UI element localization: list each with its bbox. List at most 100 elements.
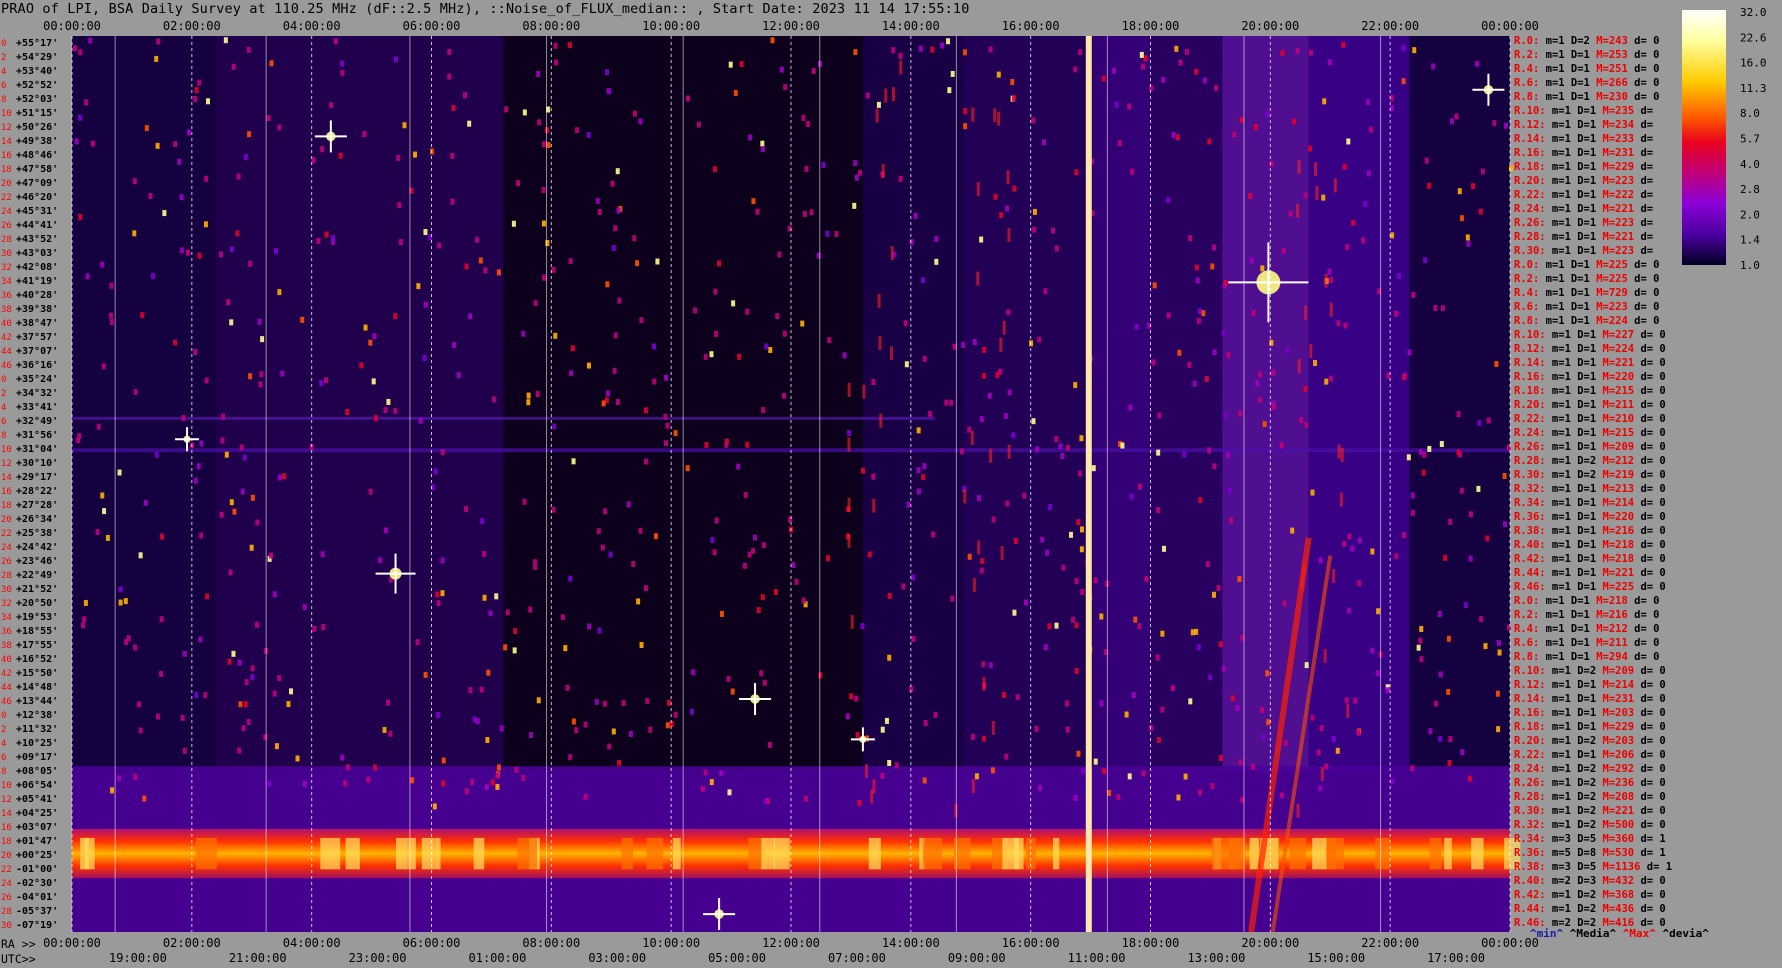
row-index-label: 2 [1,53,6,63]
noise-pixel [1101,75,1106,82]
noise-pixel [536,70,541,77]
noise-pixel [219,511,224,518]
noise-pixel [229,246,234,253]
streak [989,448,993,463]
stats-row: R.2: m=1 D=1 M=253 d= 0 [1514,48,1659,62]
noise-pixel [1492,120,1497,127]
streak [892,87,896,102]
noise-pixel [503,644,508,651]
noise-pixel [988,662,993,669]
stats-row: R.18: m=1 D=1 M=229 d= 0 [1514,720,1666,734]
stats-row: R.22: m=1 D=1 M=222 d= [1514,188,1653,202]
stats-cell: d= 0 [1627,77,1660,89]
stats-cell: d= [1634,105,1654,117]
noise-pixel [1370,548,1375,555]
row-index-label: 28 [1,907,12,917]
noise-pixel [979,416,984,423]
stats-cell: m=1 [1545,217,1571,229]
stats-row: R.40: m=2 D=3 M=432 d= 0 [1514,874,1666,888]
noise-pixel [154,55,159,62]
noise-pixel [1099,613,1104,620]
noise-pixel [617,759,622,766]
noise-pixel [440,590,445,597]
noise-pixel [898,52,903,59]
stats-cell: m=1 [1539,259,1565,271]
noise-pixel [72,45,77,52]
stats-cell: d= 0 [1634,791,1666,803]
noise-pixel [117,469,122,476]
stats-cell: d= [1634,175,1654,187]
noise-pixel [1005,205,1010,212]
noise-pixel [1272,403,1277,410]
noise-pixel [916,467,921,474]
stats-cell: d= 0 [1634,721,1666,733]
stats-row: R.26: m=1 D=2 M=236 d= 0 [1514,776,1666,790]
declination-label: +13°44' [16,696,58,707]
noise-pixel [1459,215,1464,222]
stats-cell: M=227 [1596,329,1635,341]
row-index-label: 30 [1,585,12,595]
stats-cell: d= 0 [1627,49,1660,61]
noise-pixel [345,764,350,771]
ra-axis-label: RA >> [1,937,36,951]
noise-pixel [1218,641,1223,648]
streak [890,246,894,261]
row-index-label: 42 [1,333,12,343]
stats-cell: R.2: [1514,609,1540,621]
declination-label: +05°41' [16,794,58,805]
noise-pixel [450,198,455,205]
noise-pixel [1099,700,1104,707]
noise-pixel [1141,63,1146,70]
noise-pixel [644,458,649,465]
noise-pixel [1281,247,1286,254]
noise-pixel [1051,227,1056,234]
noise-pixel [90,140,95,147]
stats-cell: M=432 [1596,875,1635,887]
stats-row: R.18: m=1 D=1 M=229 d= [1514,160,1653,174]
stats-cell: d= 0 [1634,413,1666,425]
stats-row: R.18: m=1 D=1 M=215 d= 0 [1514,384,1666,398]
stats-cell: M=218 [1589,595,1628,607]
noise-pixel [1418,449,1423,456]
stats-cell: D=5 [1570,861,1597,873]
noise-pixel [1155,654,1160,661]
stats-cell: d= 0 [1634,819,1666,831]
stats-cell: m=1 [1545,693,1571,705]
noise-pixel [1054,436,1059,443]
utc-tick-label: 03:00:00 [588,951,646,965]
noise-pixel [413,151,418,158]
noise-pixel [751,198,756,205]
noise-pixel [1431,63,1436,70]
declination-label: +10°25' [16,738,58,749]
noise-pixel [1265,110,1270,117]
noise-pixel [1074,578,1079,585]
stats-cell: d= 1 [1640,861,1673,873]
colorbar-tick-label: 2.0 [1740,208,1760,221]
noise-pixel [268,552,273,559]
declination-label: +52°03' [16,94,58,105]
band-hotspot [646,837,664,870]
noise-pixel [486,669,491,676]
noise-pixel [821,162,826,169]
stats-cell: D=1 [1564,637,1590,649]
noise-pixel [1131,692,1136,699]
row-index-label: 0 [1,375,6,385]
noise-pixel [1178,59,1183,66]
stats-cell: D=1 [1570,161,1597,173]
stats-cell: D=2 [1570,791,1597,803]
noise-pixel [393,407,398,414]
noise-pixel [274,743,279,750]
stats-cell: d= 0 [1627,637,1660,649]
stats-cell: D=1 [1570,581,1597,593]
noise-pixel [762,679,767,686]
noise-pixel [1078,49,1083,56]
top-tick-label: 08:00:00 [522,19,580,33]
noise-pixel [1406,454,1411,461]
noise-pixel [1187,362,1192,369]
stats-cell: M=729 [1589,287,1628,299]
stats-cell: D=1 [1570,539,1597,551]
noise-pixel [1218,754,1223,761]
declination-label: +33°41' [16,402,58,413]
noise-pixel [100,492,105,499]
noise-pixel [1195,277,1200,284]
